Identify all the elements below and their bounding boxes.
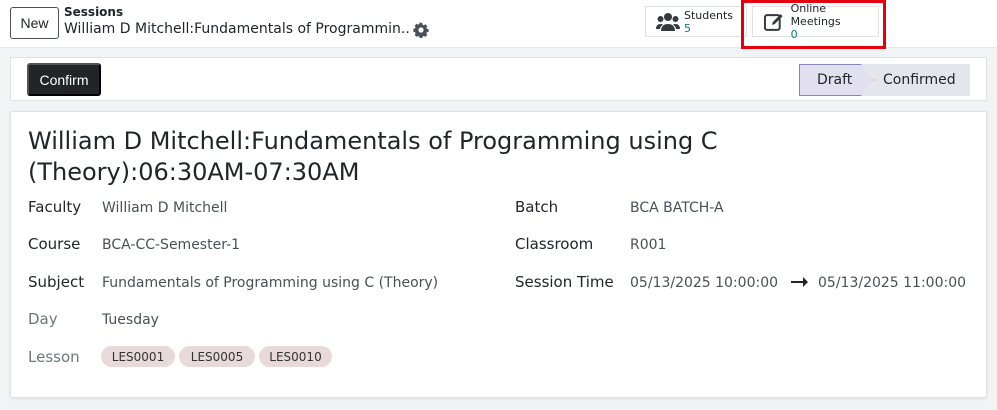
lesson-label: Lesson (28, 348, 80, 366)
breadcrumb-current-record: William D Mitchell:Fundamentals of Progr… (64, 21, 409, 37)
confirm-button[interactable]: Confirm (27, 63, 101, 96)
course-value[interactable]: BCA-CC-Semester-1 (102, 237, 240, 253)
lesson-tag[interactable]: LES0010 (259, 346, 332, 367)
classroom-label: Classroom (515, 235, 594, 253)
form-sheet: William D Mitchell:Fundamentals of Progr… (10, 111, 987, 398)
session-end-value[interactable]: 05/13/2025 11:00:00 (818, 275, 966, 291)
course-label: Course (28, 235, 81, 253)
status-bar: Confirm Draft Confirmed (10, 57, 987, 101)
record-title: William D Mitchell:Fundamentals of Progr… (28, 127, 718, 186)
subject-label: Subject (28, 273, 85, 291)
new-button[interactable]: New (10, 7, 59, 39)
edit-square-icon (763, 13, 783, 31)
batch-value[interactable]: BCA BATCH-A (630, 200, 724, 216)
faculty-value[interactable]: William D Mitchell (102, 200, 227, 216)
faculty-label: Faculty (28, 198, 82, 216)
online-meetings-label: Online Meetings (790, 2, 841, 28)
session-start-value[interactable]: 05/13/2025 10:00:00 (630, 275, 778, 291)
subject-value[interactable]: Fundamentals of Programming using C (The… (102, 275, 438, 291)
arrow-right-icon (791, 277, 808, 287)
gear-icon[interactable] (413, 22, 429, 38)
online-meetings-count: 0 (790, 28, 798, 41)
students-label: Students (684, 8, 734, 22)
users-icon (656, 12, 680, 31)
batch-label: Batch (515, 198, 559, 216)
control-panel: New Sessions William D Mitchell:Fundamen… (0, 0, 997, 48)
online-meetings-smart-button[interactable]: Online Meetings 0 (752, 2, 879, 41)
breadcrumb-sessions[interactable]: Sessions (64, 5, 123, 19)
students-count: 5 (684, 21, 691, 35)
session-time-label: Session Time (515, 273, 614, 291)
students-smart-button[interactable]: Students 5 (645, 6, 747, 37)
day-value: Tuesday (102, 312, 159, 328)
lesson-tag[interactable]: LES0005 (179, 346, 255, 367)
classroom-value[interactable]: R001 (630, 237, 666, 253)
lesson-tag[interactable]: LES0001 (101, 346, 175, 367)
stage-draft[interactable]: Draft (799, 64, 875, 96)
stage-confirmed[interactable]: Confirmed (861, 64, 970, 96)
day-label: Day (28, 310, 58, 328)
